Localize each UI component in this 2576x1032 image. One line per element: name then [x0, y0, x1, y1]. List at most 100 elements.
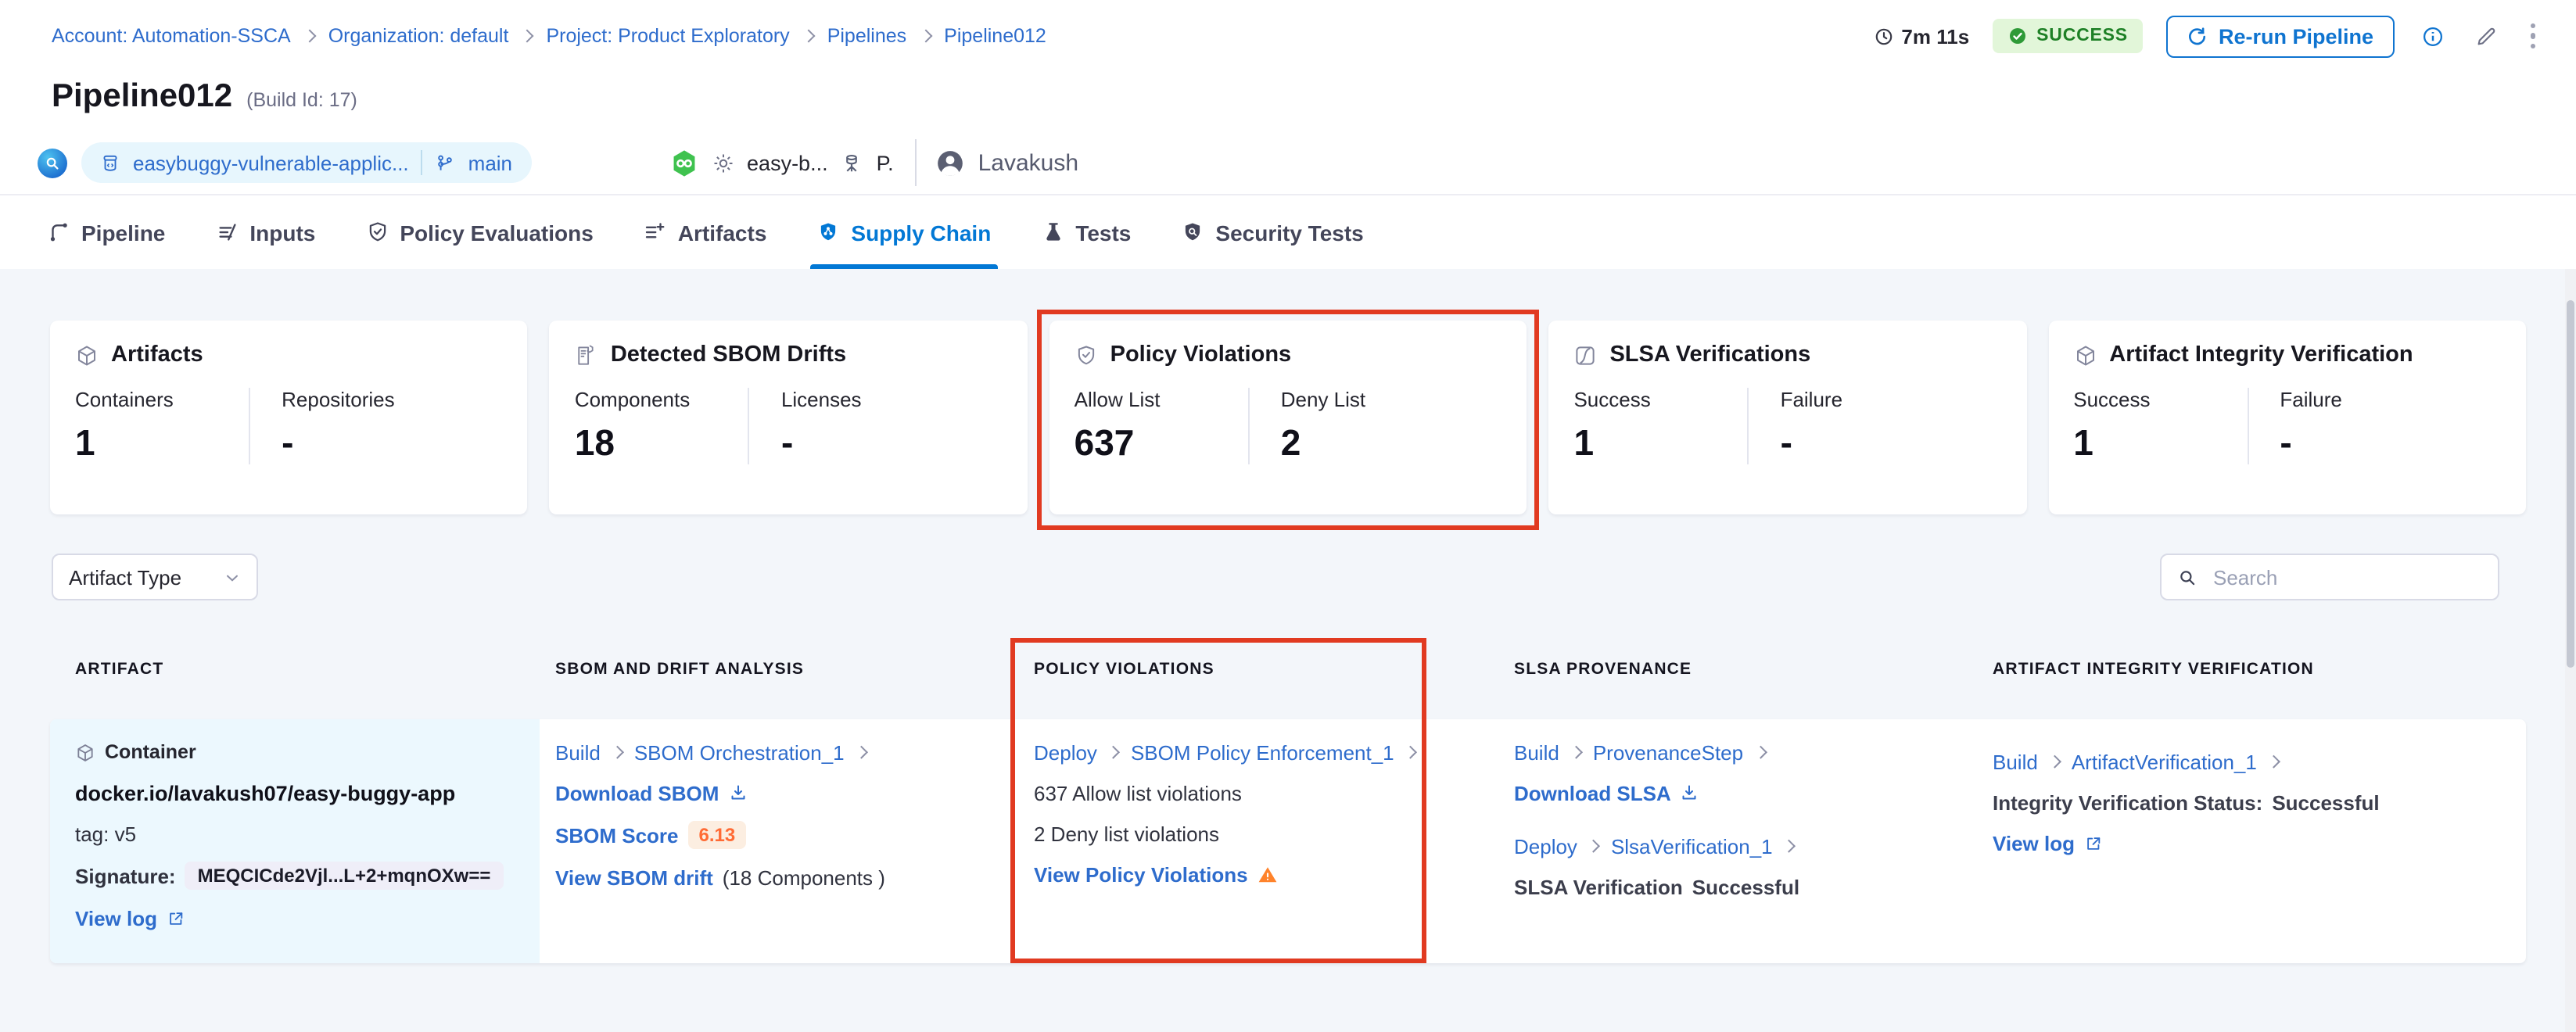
slsa-status-value: Successful: [1692, 875, 1799, 898]
integrity-status-value: Successful: [2272, 790, 2379, 814]
view-policy-violations-link[interactable]: View Policy Violations: [1034, 862, 1248, 886]
trigger-icon: [38, 148, 67, 177]
chevron-right-icon: [521, 30, 534, 43]
pipeline-title-row: Pipeline012 (Build Id: 17): [52, 78, 357, 116]
drift-component-count: (18 Components ): [723, 865, 885, 889]
card-title-text: Artifact Integrity Verification: [2109, 342, 2413, 367]
chevron-right-icon: [1783, 840, 1796, 852]
environment-short: P.: [877, 151, 894, 174]
stat-label: Success: [1573, 388, 1747, 411]
run-duration-text: 7m 11s: [1901, 24, 1969, 48]
tab-inputs[interactable]: Inputs: [215, 195, 315, 269]
breadcrumb-organization[interactable]: Organization: default: [328, 25, 509, 47]
view-sbom-drift-link[interactable]: View SBOM drift: [555, 865, 713, 889]
breadcrumb-pipeline012[interactable]: Pipeline012: [944, 25, 1046, 47]
info-icon: [2420, 24, 2444, 48]
status-badge-text: SUCCESS: [2036, 27, 2128, 45]
sbom-score-link[interactable]: SBOM Score: [555, 823, 679, 847]
stat-label: Components: [575, 388, 748, 411]
artifact-type-label: Container: [105, 741, 196, 763]
user-name: Lavakush: [978, 149, 1078, 176]
chevron-right-icon: [2049, 755, 2061, 768]
vertical-scrollbar-thumb[interactable]: [2567, 300, 2574, 668]
table-row: Container docker.io/lavakush07/easy-bugg…: [50, 719, 2526, 963]
stage-link[interactable]: Deploy: [1034, 740, 1097, 764]
tab-tests[interactable]: Tests: [1041, 195, 1131, 269]
external-link-icon: [2084, 834, 2101, 851]
tab-artifacts[interactable]: Artifacts: [644, 195, 767, 269]
col-header-artifact: ARTIFACT: [50, 660, 540, 679]
card-sbom-drifts: Detected SBOM Drifts Components18 Licens…: [550, 321, 1028, 514]
chevron-right-icon: [1754, 746, 1767, 758]
step-link[interactable]: SlsaVerification_1: [1611, 834, 1773, 858]
breadcrumb-project[interactable]: Project: Product Exploratory: [546, 25, 789, 47]
breadcrumb-pipelines[interactable]: Pipelines: [827, 25, 906, 47]
sbom-score-badge: 6.13: [688, 821, 747, 849]
stat-value: -: [1781, 422, 2002, 464]
step-link[interactable]: ArtifactVerification_1: [2072, 750, 2257, 773]
signature-label: Signature:: [75, 864, 176, 887]
clock-icon: [1873, 26, 1893, 46]
warning-icon: [1258, 864, 1278, 884]
stat-label: Failure: [2280, 388, 2501, 411]
download-sbom-link[interactable]: Download SBOM: [555, 781, 719, 804]
chevron-right-icon: [802, 30, 815, 43]
rerun-pipeline-label: Re-run Pipeline: [2219, 24, 2373, 48]
view-log-link[interactable]: View log: [75, 906, 157, 930]
col-header-slsa: SLSA PROVENANCE: [1498, 660, 1977, 679]
stat-value: 2: [1281, 422, 1502, 464]
shield-check-icon: [1075, 343, 1098, 367]
allow-list-violations: 637 Allow list violations: [1034, 781, 1242, 804]
step-link[interactable]: ProvenanceStep: [1593, 740, 1743, 764]
view-log-link[interactable]: View log: [1993, 831, 2075, 855]
inputs-icon: [215, 220, 239, 244]
edit-button[interactable]: [2470, 21, 2500, 51]
pencil-icon: [2474, 24, 2497, 48]
stat-value: 18: [575, 422, 748, 464]
tab-security-tests[interactable]: Security Tests: [1181, 195, 1363, 269]
card-title-text: Policy Violations: [1110, 342, 1292, 367]
card-policy-violations: Policy Violations Allow List637 Deny Lis…: [1049, 321, 1527, 514]
summary-cards-row: Artifacts Containers1 Repositories- Dete…: [50, 321, 2526, 514]
vertical-scrollbar-track[interactable]: [2565, 269, 2576, 1032]
artifact-type-dropdown[interactable]: Artifact Type: [52, 554, 258, 600]
tab-label: Pipeline: [81, 220, 165, 245]
rerun-pipeline-button[interactable]: Re-run Pipeline: [2167, 15, 2394, 57]
cell-artifact: Container docker.io/lavakush07/easy-bugg…: [50, 719, 540, 963]
download-slsa-link[interactable]: Download SLSA: [1514, 781, 1671, 804]
info-button[interactable]: [2417, 21, 2447, 51]
meta-divider: [916, 139, 917, 186]
download-icon: [728, 783, 747, 802]
stage-link[interactable]: Deploy: [1514, 834, 1577, 858]
delegate-icon: [841, 151, 864, 174]
signature-value[interactable]: MEQCICde2Vjl...L+2+mqnOXw==: [185, 862, 504, 890]
page-header: Account: Automation-SSCA Organization: d…: [0, 0, 2576, 269]
stage-link[interactable]: Build: [555, 740, 601, 764]
more-options-button[interactable]: [2524, 20, 2542, 52]
tab-policy-evaluations[interactable]: Policy Evaluations: [365, 195, 593, 269]
chevron-down-icon: [224, 568, 241, 586]
stat-label: Repositories: [282, 388, 503, 411]
repo-branch-pill[interactable]: easybuggy-vulnerable-applic... main: [81, 142, 531, 183]
stat-value: 1: [2073, 422, 2247, 464]
package-icon: [75, 343, 99, 367]
stage-link[interactable]: Build: [1514, 740, 1559, 764]
step-link[interactable]: SBOM Orchestration_1: [634, 740, 845, 764]
step-link[interactable]: SBOM Policy Enforcement_1: [1131, 740, 1394, 764]
stat-label: Deny List: [1281, 388, 1502, 411]
stat-value: 1: [75, 422, 249, 464]
search-input[interactable]: [2210, 564, 2482, 590]
tab-pipeline[interactable]: Pipeline: [47, 195, 165, 269]
git-branch-icon: [436, 152, 456, 173]
breadcrumb-account[interactable]: Account: Automation-SSCA: [52, 25, 291, 47]
repository-icon: [100, 152, 120, 173]
chevron-right-icon: [1588, 840, 1601, 852]
card-title-text: Detected SBOM Drifts: [611, 342, 846, 367]
build-id: (Build Id: 17): [246, 89, 357, 111]
col-header-sbom: SBOM AND DRIFT ANALYSIS: [540, 660, 1018, 679]
stage-link[interactable]: Build: [1993, 750, 2038, 773]
tab-label: Security Tests: [1215, 220, 1363, 245]
slsa-status-label: SLSA Verification: [1514, 875, 1683, 898]
tab-supply-chain[interactable]: Supply Chain: [816, 195, 991, 269]
chevron-right-icon: [855, 746, 867, 758]
